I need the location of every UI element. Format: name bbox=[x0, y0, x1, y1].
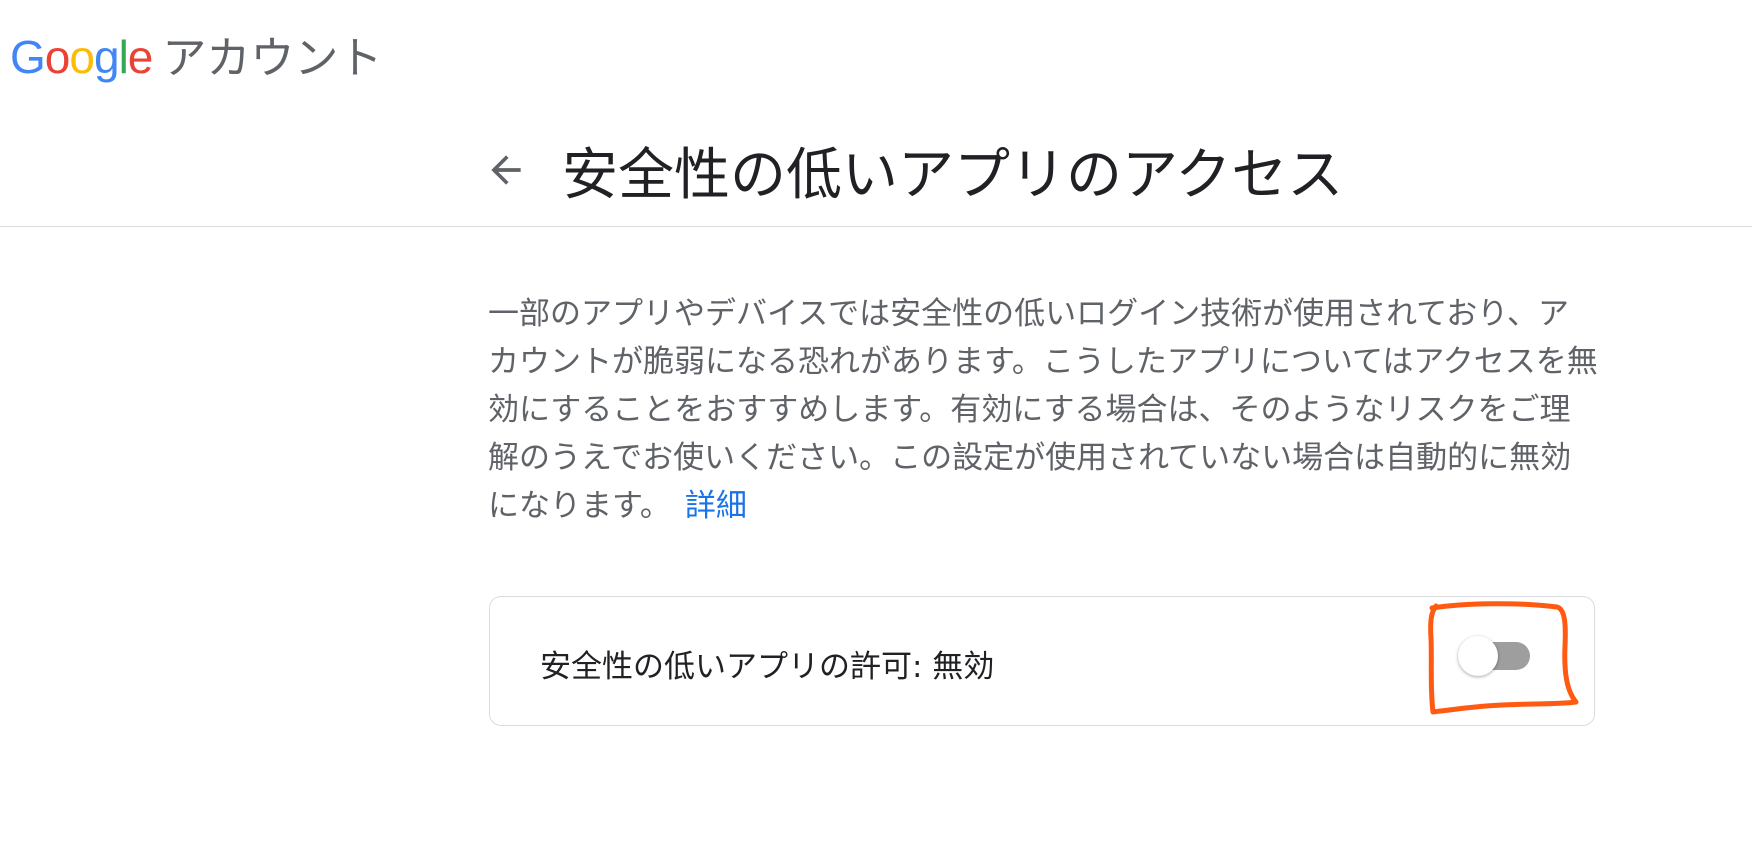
learn-more-link[interactable]: 詳細 bbox=[685, 488, 747, 524]
arrow-left-icon bbox=[491, 155, 521, 185]
google-wordmark: Google bbox=[10, 30, 154, 84]
setting-label: 安全性の低いアプリの許可: 無効 bbox=[540, 649, 995, 685]
description-text: 一部のアプリやデバイスでは安全性の低いログイン技術が使用されており、アカウントが… bbox=[488, 296, 1598, 524]
toggle-thumb bbox=[1458, 636, 1498, 676]
description: 一部のアプリやデバイスでは安全性の低いログイン技術が使用されており、アカウントが… bbox=[488, 290, 1598, 530]
back-button[interactable] bbox=[484, 148, 528, 192]
allow-less-secure-apps-toggle[interactable] bbox=[1458, 636, 1534, 676]
app-header: Google アカウント bbox=[0, 0, 1752, 100]
google-account-logo[interactable]: Google アカウント bbox=[10, 22, 382, 86]
title-bar: 安全性の低いアプリのアクセス bbox=[0, 100, 1752, 227]
brand-letter: g bbox=[93, 31, 120, 83]
brand-letter: l bbox=[118, 31, 129, 83]
brand-letter: G bbox=[10, 31, 46, 83]
brand-letter: o bbox=[44, 31, 71, 83]
brand-letter: o bbox=[69, 31, 95, 83]
product-name: アカウント bbox=[162, 33, 383, 84]
brand-letter: e bbox=[127, 31, 154, 83]
setting-card: 安全性の低いアプリの許可: 無効 bbox=[489, 596, 1595, 726]
page-title: 安全性の低いアプリのアクセス bbox=[562, 143, 1344, 208]
